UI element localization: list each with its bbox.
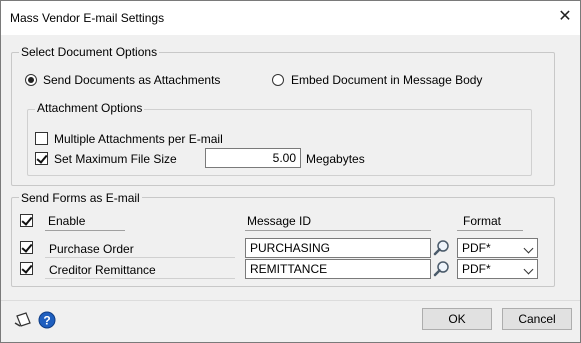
creditor-remittance-label-underline [45, 278, 235, 279]
radio-send-attachments-label[interactable]: Send Documents as Attachments [43, 73, 220, 87]
note-icon[interactable] [13, 310, 33, 330]
title-bar: Mass Vendor E-mail Settings ✕ [1, 1, 580, 35]
message-id-header-underline [245, 230, 431, 231]
svg-text:?: ? [43, 314, 50, 328]
multiple-attachments-checkbox[interactable] [35, 132, 48, 145]
close-icon[interactable]: ✕ [557, 9, 573, 25]
max-file-size-input[interactable] [205, 148, 301, 168]
help-icon[interactable]: ? [38, 311, 56, 329]
creditor-remittance-format-value: PDF* [462, 262, 491, 276]
enable-header-underline [45, 230, 125, 231]
purchase-order-format-select[interactable]: PDF* [457, 238, 538, 258]
message-id-column-header: Message ID [247, 214, 312, 228]
cancel-button[interactable]: Cancel [502, 308, 572, 330]
format-header-underline [457, 230, 523, 231]
chevron-down-icon [523, 264, 534, 275]
max-file-size-label[interactable]: Set Maximum File Size [54, 152, 177, 166]
window-title: Mass Vendor E-mail Settings [10, 11, 165, 25]
purchase-order-label-underline [45, 257, 235, 258]
dialog-window: Mass Vendor E-mail Settings ✕ Select Doc… [0, 0, 581, 343]
send-forms-legend: Send Forms as E-mail [19, 191, 142, 205]
footer-divider [1, 300, 580, 301]
radio-embed-body-label[interactable]: Embed Document in Message Body [291, 73, 482, 87]
max-file-size-checkbox[interactable] [35, 152, 48, 165]
purchase-order-message-id-input[interactable] [245, 238, 431, 258]
creditor-remittance-label: Creditor Remittance [49, 263, 156, 277]
magnifier-icon[interactable] [432, 238, 452, 258]
enable-column-header: Enable [48, 214, 86, 228]
purchase-order-label: Purchase Order [49, 242, 134, 256]
creditor-remittance-format-select[interactable]: PDF* [457, 259, 538, 279]
format-column-header: Format [463, 214, 502, 228]
radio-send-attachments[interactable] [25, 74, 37, 86]
creditor-remittance-checkbox[interactable] [20, 262, 33, 275]
purchase-order-checkbox[interactable] [20, 241, 33, 254]
magnifier-icon[interactable] [432, 259, 452, 279]
attachment-options-legend: Attachment Options [35, 101, 145, 115]
chevron-down-icon [523, 243, 534, 254]
purchase-order-format-value: PDF* [462, 241, 491, 255]
max-file-size-unit: Megabytes [306, 152, 365, 166]
ok-button[interactable]: OK [422, 308, 492, 330]
radio-embed-body[interactable] [272, 74, 284, 86]
enable-all-checkbox[interactable] [20, 214, 33, 227]
creditor-remittance-message-id-input[interactable] [245, 259, 431, 279]
select-document-options-legend: Select Document Options [19, 45, 160, 59]
multiple-attachments-label[interactable]: Multiple Attachments per E-mail [54, 132, 223, 146]
